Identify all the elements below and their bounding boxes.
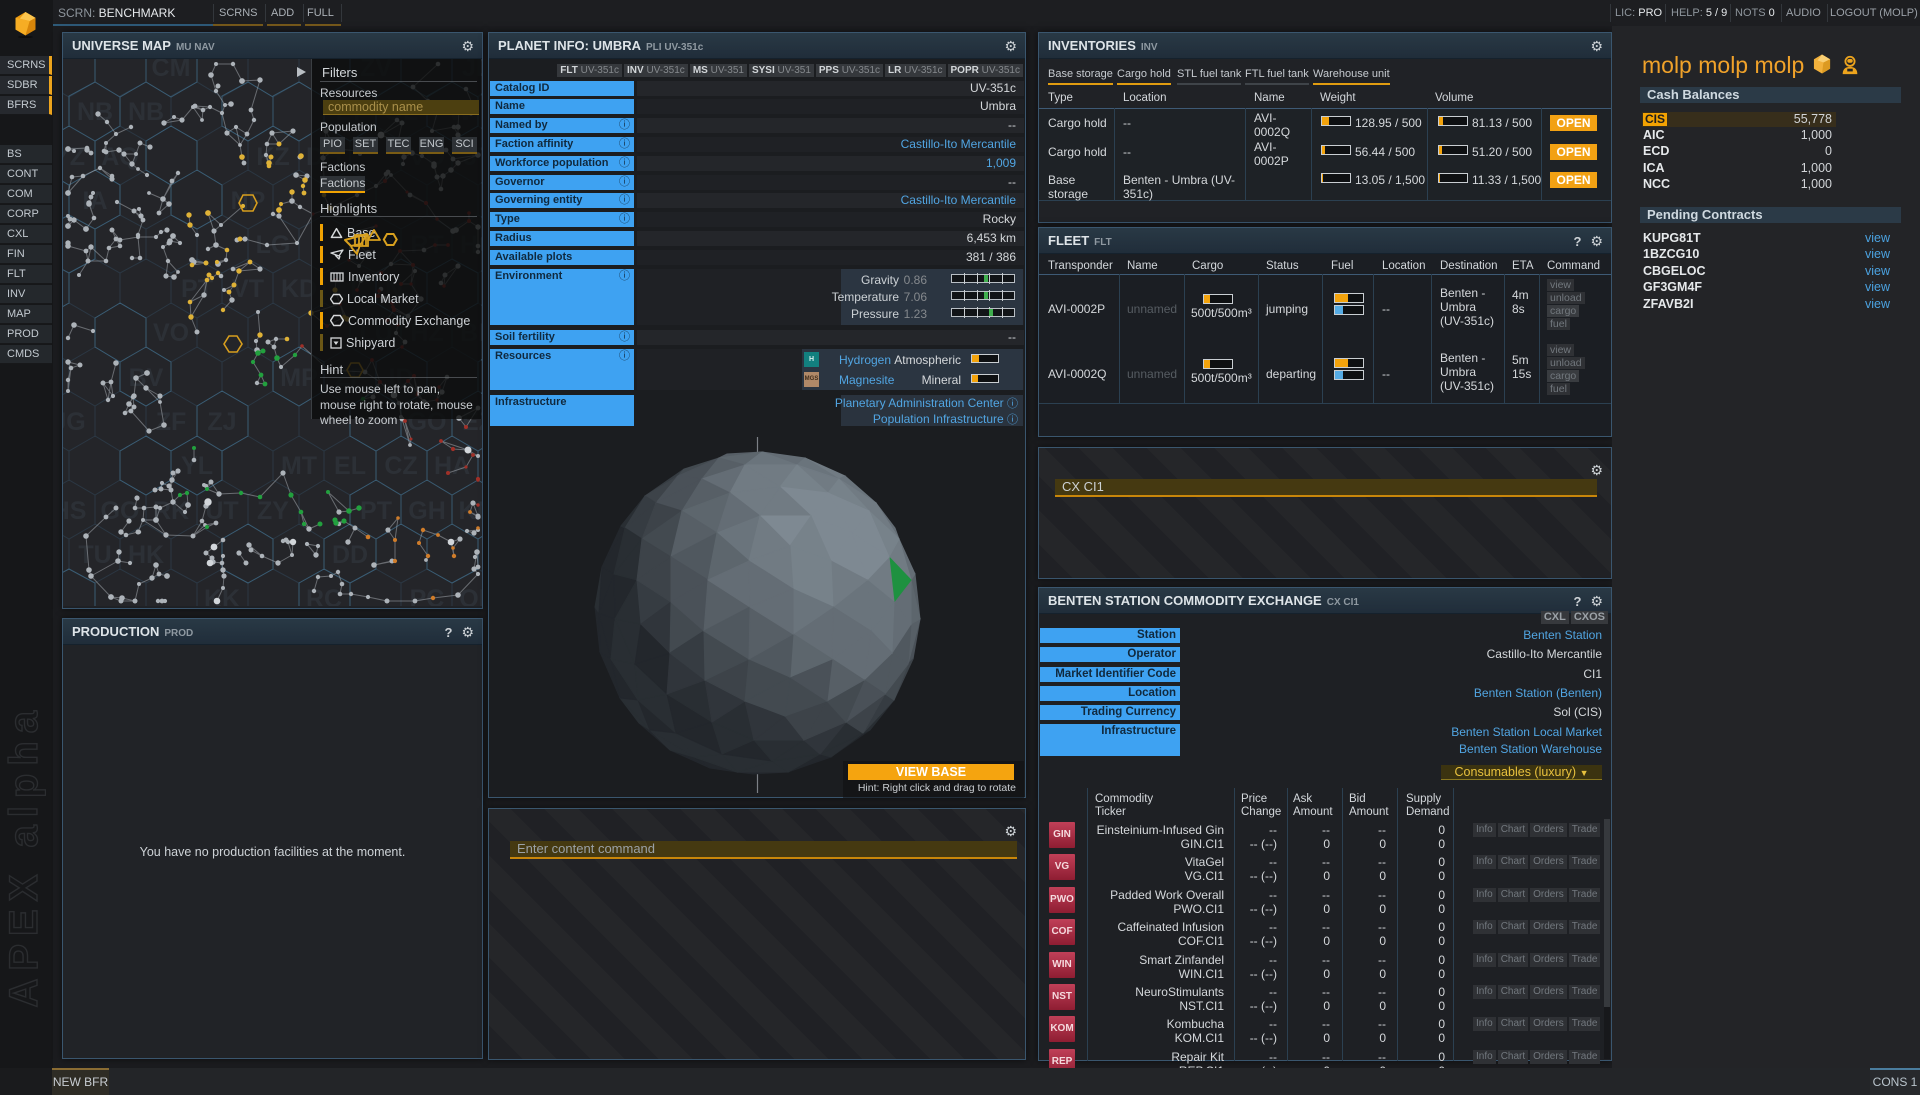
svg-text:ZF: ZF (156, 408, 187, 436)
svg-text:EL: EL (334, 452, 366, 480)
svg-text:OH: OH (459, 585, 482, 606)
svg-text:RC: RC (306, 585, 342, 606)
svg-text:GO: GO (101, 497, 140, 525)
svg-text:YL: YL (181, 452, 213, 480)
svg-text:NB: NB (128, 98, 164, 126)
svg-text:MT: MT (281, 452, 317, 480)
svg-text:ZJ: ZJ (207, 408, 236, 436)
svg-text:IA: IA (83, 187, 108, 215)
svg-text:AQ: AQ (101, 143, 139, 171)
svg-text:TU: TU (78, 541, 111, 569)
svg-text:VO: VO (153, 319, 189, 347)
svg-text:JG: JG (63, 408, 86, 436)
svg-text:CZ: CZ (384, 452, 417, 480)
svg-text:VT: VT (232, 275, 264, 303)
svg-text:ZY: ZY (257, 497, 289, 525)
svg-text:GH: GH (408, 497, 446, 525)
svg-text:HS: HS (63, 497, 86, 525)
svg-text:PT: PT (360, 497, 392, 525)
svg-text:HA: HA (434, 452, 470, 480)
svg-text:DD: DD (332, 541, 368, 569)
svg-text:CM: CM (152, 59, 191, 82)
